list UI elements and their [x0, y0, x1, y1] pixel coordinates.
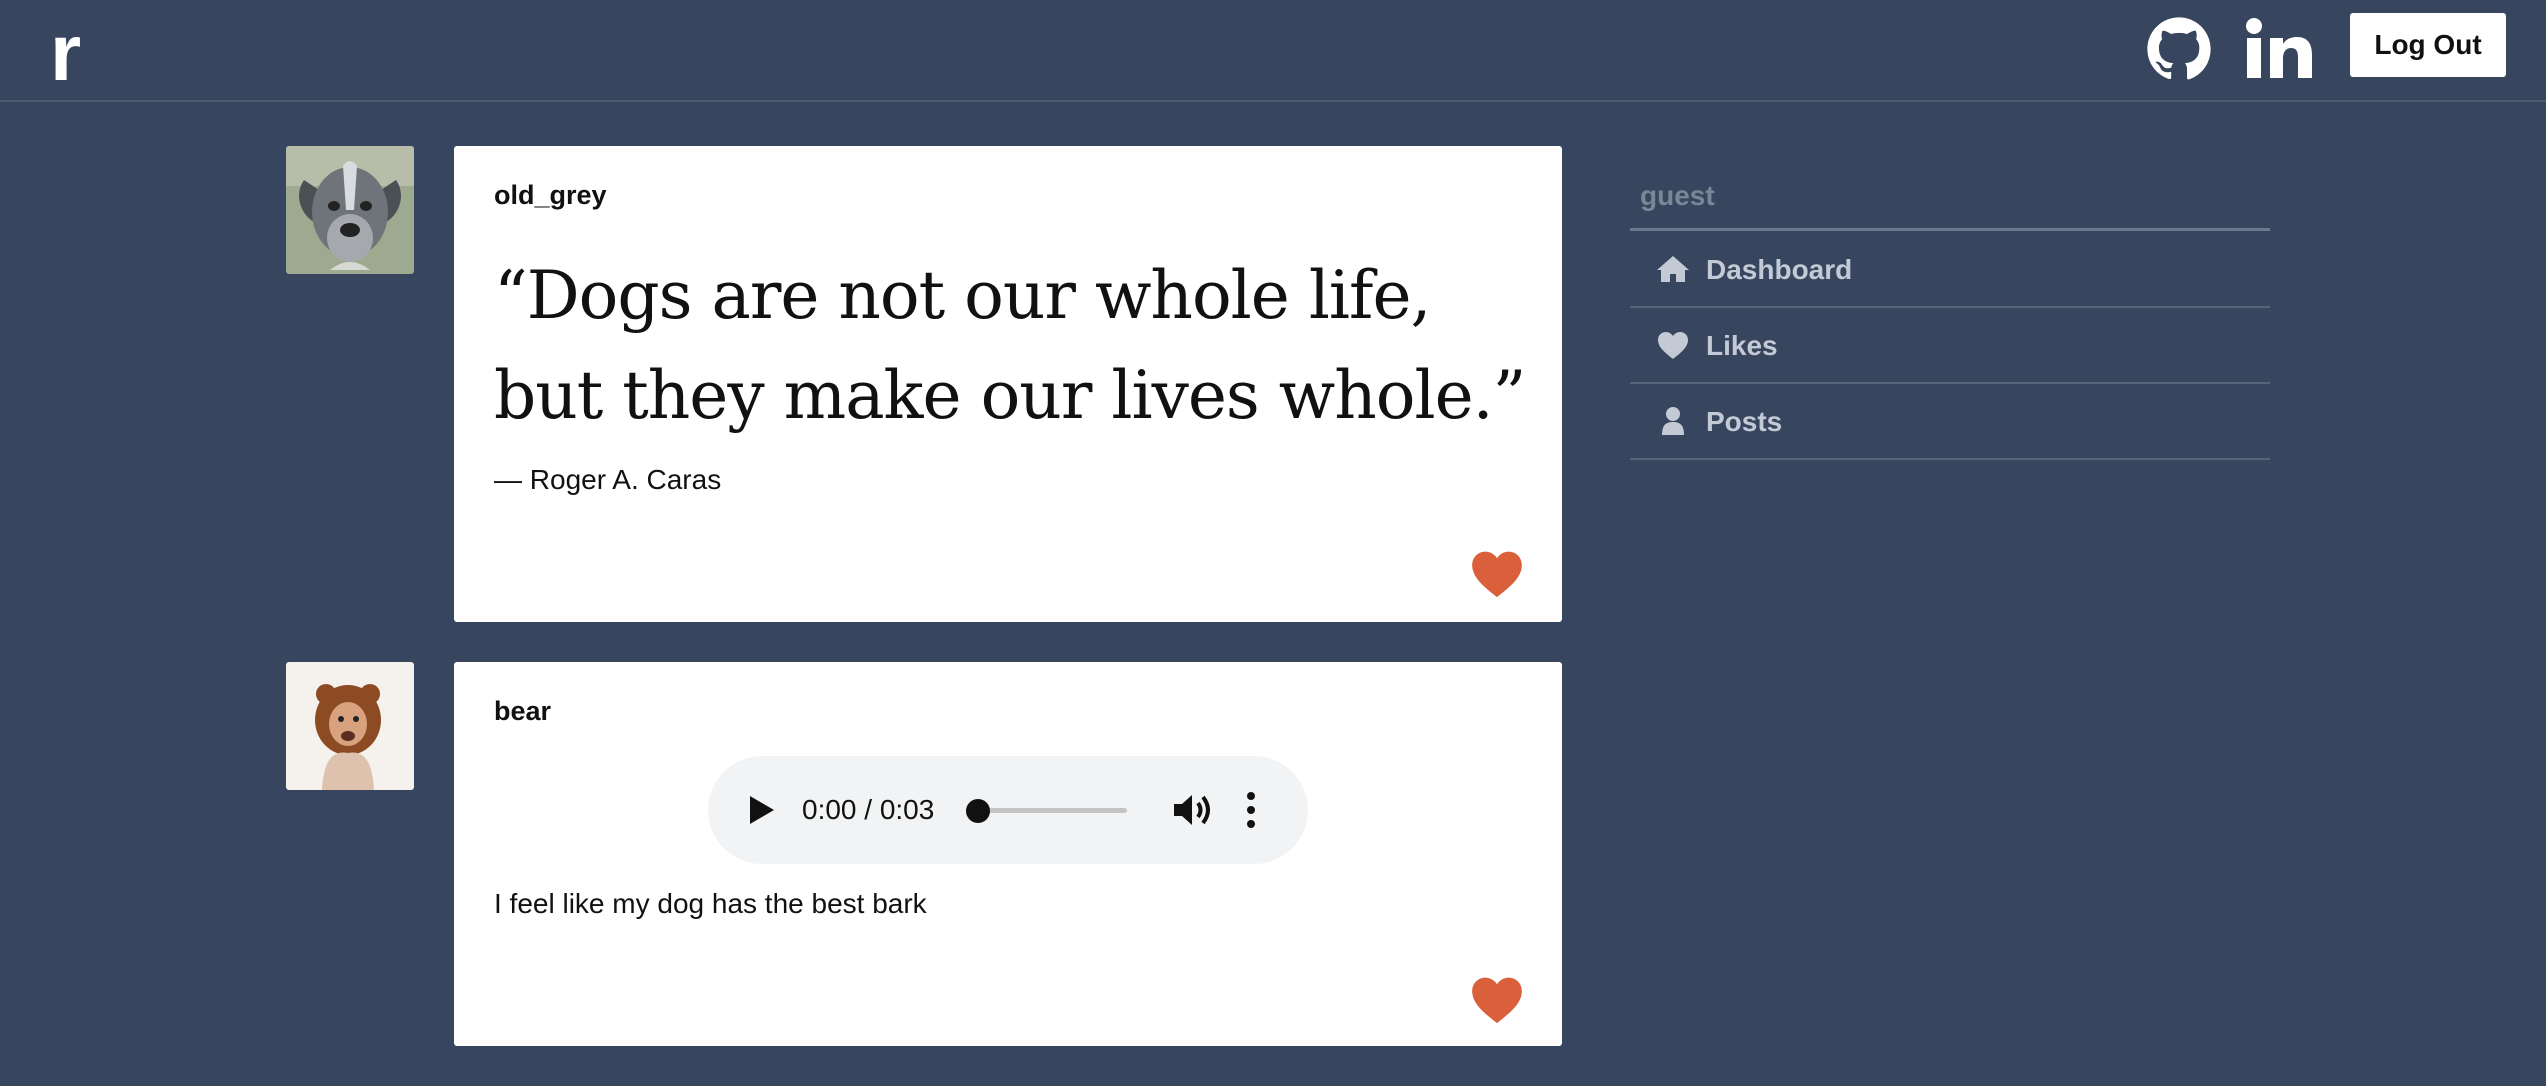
heart-icon[interactable] — [1470, 550, 1524, 598]
sidebar-divider — [1630, 458, 2270, 460]
quote-post-card: old_grey “Dogs are not our whole life, b… — [454, 146, 1562, 622]
sidebar-username: guest — [1640, 180, 1715, 211]
post-caption: I feel like my dog has the best bark — [494, 888, 927, 919]
sidebar-item-posts[interactable]: Posts — [1630, 384, 2270, 458]
audio-progress-thumb[interactable] — [966, 799, 990, 823]
top-navigation-bar: r Log Out — [0, 0, 2546, 102]
more-options-icon[interactable] — [1244, 790, 1258, 830]
heart-icon — [1658, 332, 1688, 359]
sidebar-divider — [1630, 228, 2270, 231]
audio-progress-track[interactable] — [972, 808, 1127, 813]
sidebar-item-label: Posts — [1706, 406, 1783, 437]
post-username[interactable]: old_grey — [494, 180, 607, 211]
quote-source: — Roger A. Caras — [494, 464, 722, 495]
sidebar-item-label: Dashboard — [1706, 254, 1853, 285]
post-avatar-old-grey[interactable] — [286, 146, 414, 274]
heart-icon[interactable] — [1470, 976, 1524, 1024]
sidebar-item-label: Likes — [1706, 330, 1778, 361]
audio-post-card: bear 0:00 / 0:03 I feel like my dog has … — [454, 662, 1562, 1046]
github-icon[interactable] — [2146, 16, 2212, 82]
grey-dog-avatar-icon — [286, 146, 414, 274]
post-username[interactable]: bear — [494, 696, 551, 727]
sidebar-item-dashboard[interactable]: Dashboard — [1630, 232, 2270, 306]
play-icon[interactable] — [746, 794, 776, 826]
linkedin-icon[interactable] — [2245, 18, 2313, 80]
dog-in-lion-hat-avatar-icon — [286, 662, 414, 790]
app-logo[interactable]: r — [50, 8, 81, 98]
audio-player[interactable]: 0:00 / 0:03 — [708, 756, 1308, 864]
home-icon — [1657, 256, 1689, 282]
logout-button[interactable]: Log Out — [2350, 13, 2506, 77]
quote-text: “Dogs are not our whole life, but they m… — [494, 257, 1526, 434]
user-icon — [1662, 407, 1684, 435]
post-avatar-bear[interactable] — [286, 662, 414, 790]
audio-time: 0:00 / 0:03 — [802, 794, 935, 825]
sidebar-item-likes[interactable]: Likes — [1630, 308, 2270, 382]
volume-icon[interactable] — [1172, 790, 1214, 830]
